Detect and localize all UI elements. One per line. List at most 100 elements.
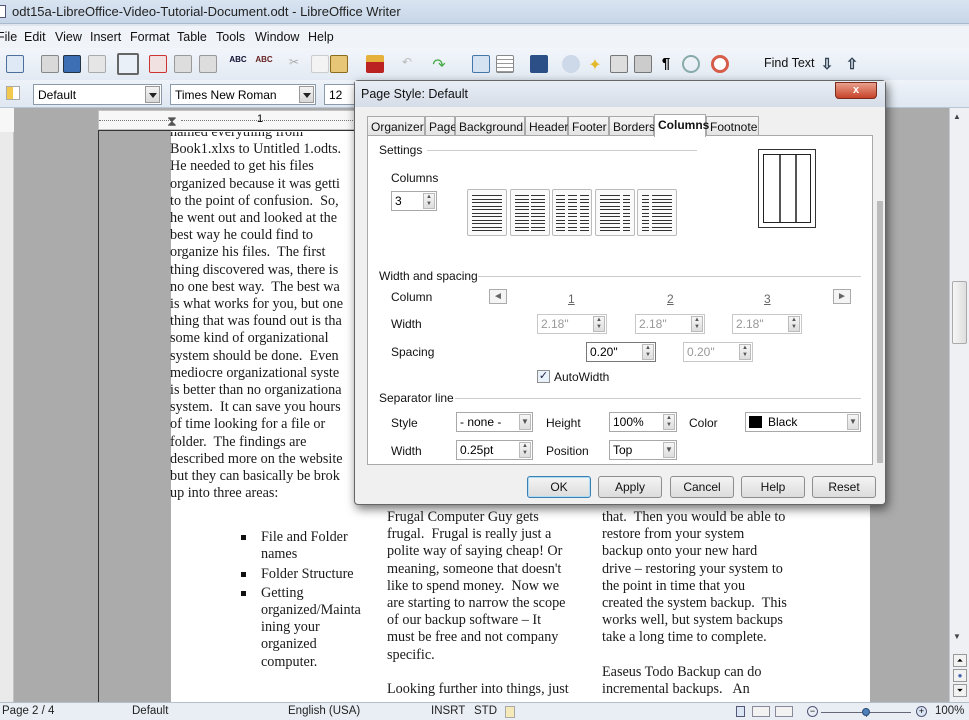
menu-window[interactable]: Window bbox=[255, 30, 299, 44]
save-icon[interactable] bbox=[63, 55, 81, 73]
redo-icon[interactable]: ↷ bbox=[430, 55, 448, 74]
preset-2-columns-left-wide[interactable] bbox=[595, 189, 635, 236]
spacing-2-spinbox[interactable]: 0.20" ▲ ▼ bbox=[683, 342, 753, 362]
help-button[interactable]: Help bbox=[741, 476, 805, 498]
clone-formatting-icon[interactable] bbox=[366, 55, 384, 73]
preset-2-columns[interactable] bbox=[510, 189, 550, 236]
scroll-down-icon[interactable]: ▼ bbox=[953, 632, 961, 641]
page-indicator[interactable]: Page 2 / 4 bbox=[2, 705, 54, 717]
zoom-icon[interactable] bbox=[682, 55, 700, 73]
tab-page[interactable]: Page bbox=[425, 116, 457, 136]
vertical-ruler[interactable] bbox=[0, 132, 14, 702]
zoom-in-icon[interactable]: + bbox=[916, 706, 927, 717]
data-sources-alt-icon[interactable] bbox=[634, 55, 652, 73]
tab-background[interactable]: Background bbox=[455, 116, 525, 136]
zoom-out-icon[interactable]: − bbox=[807, 706, 818, 717]
spin-arrows-icon[interactable]: ▲ ▼ bbox=[423, 193, 435, 209]
vertical-scrollbar[interactable]: ▲ ▼ ⏶ ● ⏷ bbox=[949, 108, 969, 702]
paragraph-style-combo[interactable]: Default bbox=[33, 84, 162, 105]
separator-width-spinbox[interactable]: 0.25pt ▲ ▼ bbox=[456, 440, 533, 460]
zoom-slider-handle[interactable] bbox=[862, 708, 870, 716]
reset-button[interactable]: Reset bbox=[812, 476, 876, 498]
chevron-down-icon[interactable]: ▼ bbox=[663, 442, 675, 458]
copy-icon[interactable] bbox=[311, 55, 329, 73]
email-icon[interactable] bbox=[88, 55, 106, 73]
spin-arrows-icon[interactable]: ▲ ▼ bbox=[519, 442, 531, 458]
menu-insert[interactable]: Insert bbox=[90, 30, 121, 44]
chevron-down-icon[interactable] bbox=[145, 86, 160, 103]
separator-style-select[interactable]: - none - ▼ bbox=[456, 412, 533, 432]
single-page-view-icon[interactable] bbox=[736, 706, 745, 717]
tab-columns[interactable]: Columns bbox=[654, 114, 709, 137]
tab-organizer[interactable]: Organizer bbox=[367, 116, 425, 136]
navigator-icon[interactable] bbox=[562, 55, 580, 73]
help-icon[interactable] bbox=[711, 55, 729, 73]
scrollbar-thumb[interactable] bbox=[952, 281, 967, 344]
spacing-1-spinbox[interactable]: 0.20" ▲ ▼ bbox=[586, 342, 656, 362]
column-previous-arrow-icon[interactable]: ◄ bbox=[489, 289, 507, 304]
spin-arrows-icon[interactable]: ▲ ▼ bbox=[691, 316, 703, 332]
insert-mode-indicator[interactable]: INSRT bbox=[431, 705, 465, 717]
zoom-level[interactable]: 100% bbox=[935, 705, 964, 717]
column-next-arrow-icon[interactable]: ► bbox=[833, 289, 851, 304]
menu-file[interactable]: File bbox=[0, 30, 17, 44]
cancel-button[interactable]: Cancel bbox=[670, 476, 734, 498]
show-draw-functions-icon[interactable] bbox=[530, 55, 548, 73]
autowidth-checkbox[interactable]: ✓ bbox=[537, 370, 550, 383]
styles-formatting-icon[interactable] bbox=[6, 86, 20, 100]
spin-arrows-icon[interactable]: ▲ ▼ bbox=[788, 316, 800, 332]
chevron-down-icon[interactable]: ▼ bbox=[519, 414, 531, 430]
spin-arrows-icon[interactable]: ▲ ▼ bbox=[663, 414, 675, 430]
print-icon[interactable] bbox=[174, 55, 192, 73]
find-previous-arrow-icon[interactable]: ⇧ bbox=[843, 55, 861, 73]
data-sources-icon[interactable] bbox=[610, 55, 628, 73]
menu-view[interactable]: View bbox=[55, 30, 82, 44]
spin-arrows-icon[interactable]: ▲ ▼ bbox=[739, 344, 751, 360]
spellcheck-icon[interactable]: ABC bbox=[229, 55, 247, 73]
dialog-scrollbar[interactable] bbox=[877, 201, 883, 463]
autospellcheck-icon[interactable]: ABC bbox=[255, 55, 273, 73]
separator-color-select[interactable]: Black ▼ bbox=[745, 412, 861, 432]
preset-2-columns-right-wide[interactable] bbox=[637, 189, 677, 236]
export-pdf-icon[interactable] bbox=[149, 55, 167, 73]
menu-help[interactable]: Help bbox=[308, 30, 334, 44]
selection-mode-indicator[interactable]: STD bbox=[474, 705, 497, 717]
table-icon[interactable] bbox=[496, 55, 514, 73]
multi-page-view-icon[interactable] bbox=[752, 706, 770, 717]
dialog-title-bar[interactable]: Page Style: Default x bbox=[355, 81, 885, 107]
nonprinting-characters-icon[interactable]: ¶ bbox=[657, 55, 675, 73]
separator-position-select[interactable]: Top ▼ bbox=[609, 440, 677, 460]
menu-edit[interactable]: Edit bbox=[24, 30, 46, 44]
hyperlink-icon[interactable] bbox=[472, 55, 490, 73]
tab-footer[interactable]: Footer bbox=[568, 116, 609, 136]
scroll-up-icon[interactable]: ▲ bbox=[953, 112, 961, 121]
ok-button[interactable]: OK bbox=[527, 476, 591, 498]
column-1-width-spinbox[interactable]: 2.18" ▲ ▼ bbox=[537, 314, 607, 334]
paste-icon[interactable] bbox=[330, 55, 348, 73]
language-indicator[interactable]: English (USA) bbox=[288, 705, 360, 717]
spin-arrows-icon[interactable]: ▲ ▼ bbox=[593, 316, 605, 332]
page-style-indicator[interactable]: Default bbox=[132, 705, 168, 717]
navigation-icon[interactable]: ● bbox=[953, 669, 967, 682]
apply-button[interactable]: Apply bbox=[598, 476, 662, 498]
font-name-combo[interactable]: Times New Roman bbox=[170, 84, 316, 105]
tab-stop-selector[interactable] bbox=[0, 108, 14, 132]
previous-page-icon[interactable]: ⏶ bbox=[953, 654, 967, 667]
book-view-icon[interactable] bbox=[775, 706, 793, 717]
menu-format[interactable]: Format bbox=[130, 30, 170, 44]
columns-spinbox[interactable]: 3 ▲ ▼ bbox=[391, 191, 437, 211]
separator-height-spinbox[interactable]: 100% ▲ ▼ bbox=[609, 412, 677, 432]
tab-header[interactable]: Header bbox=[525, 116, 568, 136]
gallery-icon[interactable]: ✦ bbox=[586, 55, 604, 74]
indent-marker-icon[interactable]: ⧗ bbox=[167, 113, 177, 130]
column-3-width-spinbox[interactable]: 2.18" ▲ ▼ bbox=[732, 314, 802, 334]
close-icon[interactable]: x bbox=[835, 82, 877, 99]
print-preview-icon[interactable] bbox=[199, 55, 217, 73]
open-icon[interactable] bbox=[41, 55, 59, 73]
next-page-icon[interactable]: ⏷ bbox=[953, 684, 967, 697]
new-document-icon[interactable] bbox=[6, 55, 24, 73]
edit-mode-icon[interactable] bbox=[117, 53, 139, 75]
spin-arrows-icon[interactable]: ▲ ▼ bbox=[642, 344, 654, 360]
menu-tools[interactable]: Tools bbox=[216, 30, 245, 44]
cut-icon[interactable]: ✂ bbox=[285, 55, 303, 73]
